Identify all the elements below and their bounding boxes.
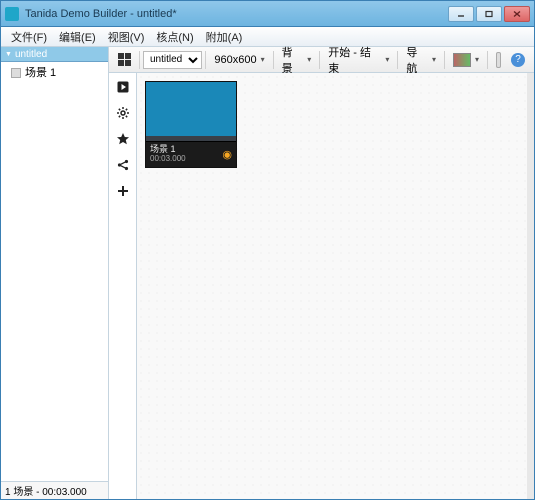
play-button[interactable] (113, 77, 133, 97)
menubar: 文件(F) 编辑(E) 视图(V) 核点(N) 附加(A) (1, 27, 534, 47)
background-dropdown[interactable]: 背景 (277, 50, 317, 70)
menu-tools[interactable]: 核点(N) (150, 27, 199, 47)
favorite-button[interactable] (113, 129, 133, 149)
nav-dropdown[interactable]: 导航 (401, 50, 441, 70)
scene-thumbnail-preview (146, 82, 236, 142)
app-icon (5, 7, 19, 21)
star-icon (116, 132, 130, 146)
titlebar: Tanida Demo Builder - untitled* (0, 0, 535, 26)
side-toolbar (109, 73, 137, 499)
close-button[interactable] (504, 6, 530, 22)
window-controls (448, 6, 530, 22)
visibility-icon[interactable]: ◉ (222, 148, 232, 161)
grid-icon (118, 53, 131, 66)
menu-file[interactable]: 文件(F) (5, 27, 53, 47)
range-dropdown[interactable]: 开始 - 结束 (323, 50, 394, 70)
project-name-select[interactable]: untitled (143, 51, 202, 69)
scene-list-item[interactable]: 场景 1 (1, 62, 108, 82)
menu-view[interactable]: 视图(V) (102, 27, 151, 47)
left-panel: untitled 场景 1 1 场景 - 00:03.000 (1, 47, 109, 499)
opacity-slider[interactable] (491, 50, 506, 70)
scene-thumbnail-time: 00:03.000 (150, 155, 222, 164)
maximize-button[interactable] (476, 6, 502, 22)
add-button[interactable] (113, 181, 133, 201)
share-button[interactable] (113, 155, 133, 175)
plus-icon (116, 184, 130, 198)
menu-edit[interactable]: 编辑(E) (53, 27, 102, 47)
scene-thumbnail-footer: 场景 1 00:03.000 ◉ (146, 142, 236, 167)
settings-button[interactable] (113, 103, 133, 123)
window-title: Tanida Demo Builder - untitled* (25, 8, 448, 20)
menu-addons[interactable]: 附加(A) (200, 27, 249, 47)
resolution-dropdown[interactable]: 960x600 (209, 50, 269, 70)
play-icon (116, 80, 130, 94)
scene-list: 场景 1 (1, 62, 108, 481)
scene-thumbnail[interactable]: 场景 1 00:03.000 ◉ (145, 81, 237, 168)
minimize-button[interactable] (448, 6, 474, 22)
help-icon: ? (511, 53, 525, 67)
left-status: 1 场景 - 00:03.000 (1, 481, 108, 499)
color-swatch-icon (453, 53, 471, 67)
help-button[interactable]: ? (506, 50, 530, 70)
share-icon (116, 158, 130, 172)
color-picker-button[interactable] (448, 50, 484, 70)
left-panel-header[interactable]: untitled (1, 47, 108, 62)
gear-icon (116, 106, 130, 120)
layout-grid-button[interactable] (113, 50, 136, 70)
canvas-area[interactable]: 场景 1 00:03.000 ◉ (137, 73, 534, 499)
toolbar: untitled 960x600 背景 开始 - 结束 导航 ? (109, 47, 534, 73)
